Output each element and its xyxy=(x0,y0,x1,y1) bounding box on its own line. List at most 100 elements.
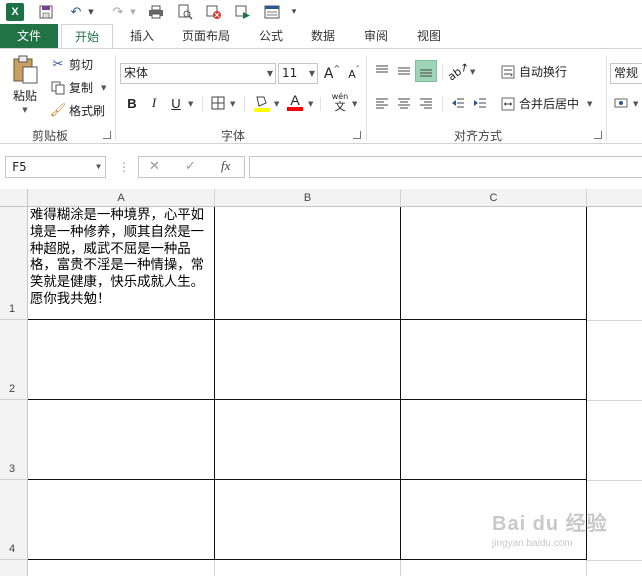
redo-dropdown-icon[interactable]: ▼ xyxy=(128,2,138,22)
paste-button[interactable]: 粘贴 ▼ xyxy=(8,55,42,123)
formula-input[interactable] xyxy=(249,156,642,178)
underline-button[interactable]: U xyxy=(166,93,186,113)
cell-b2[interactable] xyxy=(215,320,401,400)
underline-dropdown-icon[interactable]: ▼ xyxy=(188,100,193,108)
form-icon[interactable] xyxy=(262,2,282,22)
name-box[interactable]: F5 ▼ xyxy=(5,156,106,178)
save-icon[interactable] xyxy=(36,2,56,22)
bold-button[interactable]: B xyxy=(122,93,142,113)
column-header-c[interactable]: C xyxy=(401,189,587,207)
decrease-font-size-button[interactable]: Aˇ xyxy=(344,64,364,84)
copy-dropdown-icon[interactable]: ▼ xyxy=(101,84,106,92)
borders-dropdown-icon[interactable]: ▼ xyxy=(230,100,235,108)
paint-bucket-icon xyxy=(254,96,270,112)
tab-view[interactable]: 视图 xyxy=(411,24,447,48)
run-macro-icon[interactable] xyxy=(233,2,253,22)
font-color-button[interactable]: A xyxy=(285,92,305,112)
cancel-entry-button[interactable]: ✕ xyxy=(149,159,160,174)
align-left-button[interactable] xyxy=(372,93,392,113)
alignment-launcher-icon[interactable] xyxy=(594,131,602,139)
gridline xyxy=(586,560,587,576)
cell-a2[interactable] xyxy=(28,320,215,400)
format-painter-button[interactable]: 🖌 格式刷 xyxy=(50,102,105,119)
cell-b4[interactable] xyxy=(215,480,401,560)
cell-c2[interactable] xyxy=(401,320,587,400)
cell-b1[interactable] xyxy=(215,207,401,320)
cell-c1[interactable] xyxy=(401,207,587,320)
row-header-1[interactable]: 1 xyxy=(0,207,28,320)
chevron-down-icon: ▼ xyxy=(266,69,273,78)
cell-a1[interactable]: 难得糊涂是一种境界，心平如境是一种修养，顺其自然是一种超脱，威武不屈是一种品格，… xyxy=(28,207,215,320)
cut-button[interactable]: ✂ 剪切 xyxy=(50,56,93,73)
cell-b3[interactable] xyxy=(215,400,401,480)
font-name-select[interactable]: 宋体 ▼ xyxy=(120,63,276,84)
undo-dropdown-icon[interactable]: ▼ xyxy=(86,2,96,22)
merge-dropdown-icon[interactable]: ▼ xyxy=(587,100,592,108)
customize-qat-icon[interactable]: ▾ xyxy=(287,2,301,22)
phonetic-guide-button[interactable]: wén 文 xyxy=(328,93,352,113)
increase-indent-button[interactable] xyxy=(470,93,490,113)
orientation-dropdown-icon[interactable]: ▼ xyxy=(470,68,475,76)
cell-a3[interactable] xyxy=(28,400,215,480)
clipboard-group-label: 剪贴板 xyxy=(32,129,69,143)
align-middle-icon xyxy=(398,67,410,75)
undo-icon[interactable]: ↶ xyxy=(66,2,86,22)
merge-center-button[interactable]: 合并后居中 ▼ xyxy=(500,95,592,112)
baidu-watermark: Bai du 经验 jingyan.baidu.com xyxy=(492,507,612,555)
clipboard-launcher-icon[interactable] xyxy=(103,131,111,139)
row-header-5[interactable] xyxy=(0,560,28,576)
accounting-dropdown-icon[interactable]: ▼ xyxy=(633,100,638,108)
accounting-format-button[interactable] xyxy=(612,93,632,113)
row-header-4[interactable]: 4 xyxy=(0,480,28,560)
italic-button[interactable]: I xyxy=(144,93,164,113)
print-icon[interactable] xyxy=(146,2,166,22)
font-color-dropdown-icon[interactable]: ▼ xyxy=(308,100,313,108)
fill-color-button[interactable] xyxy=(252,93,272,113)
scissors-icon: ✂ xyxy=(52,57,64,72)
confirm-entry-button[interactable]: ✓ xyxy=(185,159,196,174)
phonetic-dropdown-icon[interactable]: ▼ xyxy=(352,100,357,108)
align-top-button[interactable] xyxy=(372,61,392,81)
column-header-b[interactable]: B xyxy=(215,189,401,207)
align-middle-button[interactable] xyxy=(394,61,414,81)
currency-icon xyxy=(614,98,628,108)
delete-record-icon[interactable] xyxy=(204,2,224,22)
align-bottom-button[interactable] xyxy=(415,60,437,82)
cell-a4[interactable] xyxy=(28,480,215,560)
tab-review[interactable]: 审阅 xyxy=(358,24,394,48)
toolbar-divider xyxy=(320,97,321,111)
redo-icon[interactable]: ↷ xyxy=(108,2,128,22)
borders-button[interactable] xyxy=(208,93,228,113)
tab-data[interactable]: 数据 xyxy=(305,24,341,48)
tab-insert[interactable]: 插入 xyxy=(122,24,162,48)
insert-function-button[interactable]: fx xyxy=(221,158,230,174)
font-size-select[interactable]: 11 ▼ xyxy=(278,63,318,84)
paste-dropdown-icon[interactable]: ▼ xyxy=(22,106,27,114)
merge-center-label: 合并后居中 xyxy=(519,97,580,111)
orientation-button[interactable]: ab↗ xyxy=(445,59,471,83)
toolbar-divider xyxy=(442,65,443,79)
row-header-2[interactable]: 2 xyxy=(0,320,28,400)
font-launcher-icon[interactable] xyxy=(353,131,361,139)
more-options-icon[interactable]: ⋮ xyxy=(118,160,130,174)
copy-button[interactable]: 复制 ▼ xyxy=(50,79,106,96)
decrease-indent-button[interactable] xyxy=(448,93,468,113)
chevron-down-icon: ▼ xyxy=(308,69,315,78)
column-header-a[interactable]: A xyxy=(28,189,215,207)
wrap-text-button[interactable]: 自动换行 xyxy=(500,63,567,80)
print-preview-icon[interactable] xyxy=(175,2,195,22)
cell-c3[interactable] xyxy=(401,400,587,480)
align-center-button[interactable] xyxy=(394,93,414,113)
tab-file[interactable]: 文件 xyxy=(0,24,58,48)
tab-page-layout[interactable]: 页面布局 xyxy=(176,24,236,48)
row-header-3[interactable]: 3 xyxy=(0,400,28,480)
fill-color-dropdown-icon[interactable]: ▼ xyxy=(274,100,279,108)
select-all-corner[interactable] xyxy=(0,189,28,207)
number-format-select[interactable]: 常规 xyxy=(610,63,642,84)
tab-formulas[interactable]: 公式 xyxy=(253,24,289,48)
watermark-url: jingyan.baidu.com xyxy=(492,538,573,549)
align-right-button[interactable] xyxy=(416,93,436,113)
increase-font-size-button[interactable]: A ^ xyxy=(322,64,342,84)
column-header-d[interactable] xyxy=(587,189,642,207)
tab-home[interactable]: 开始 xyxy=(61,24,113,49)
